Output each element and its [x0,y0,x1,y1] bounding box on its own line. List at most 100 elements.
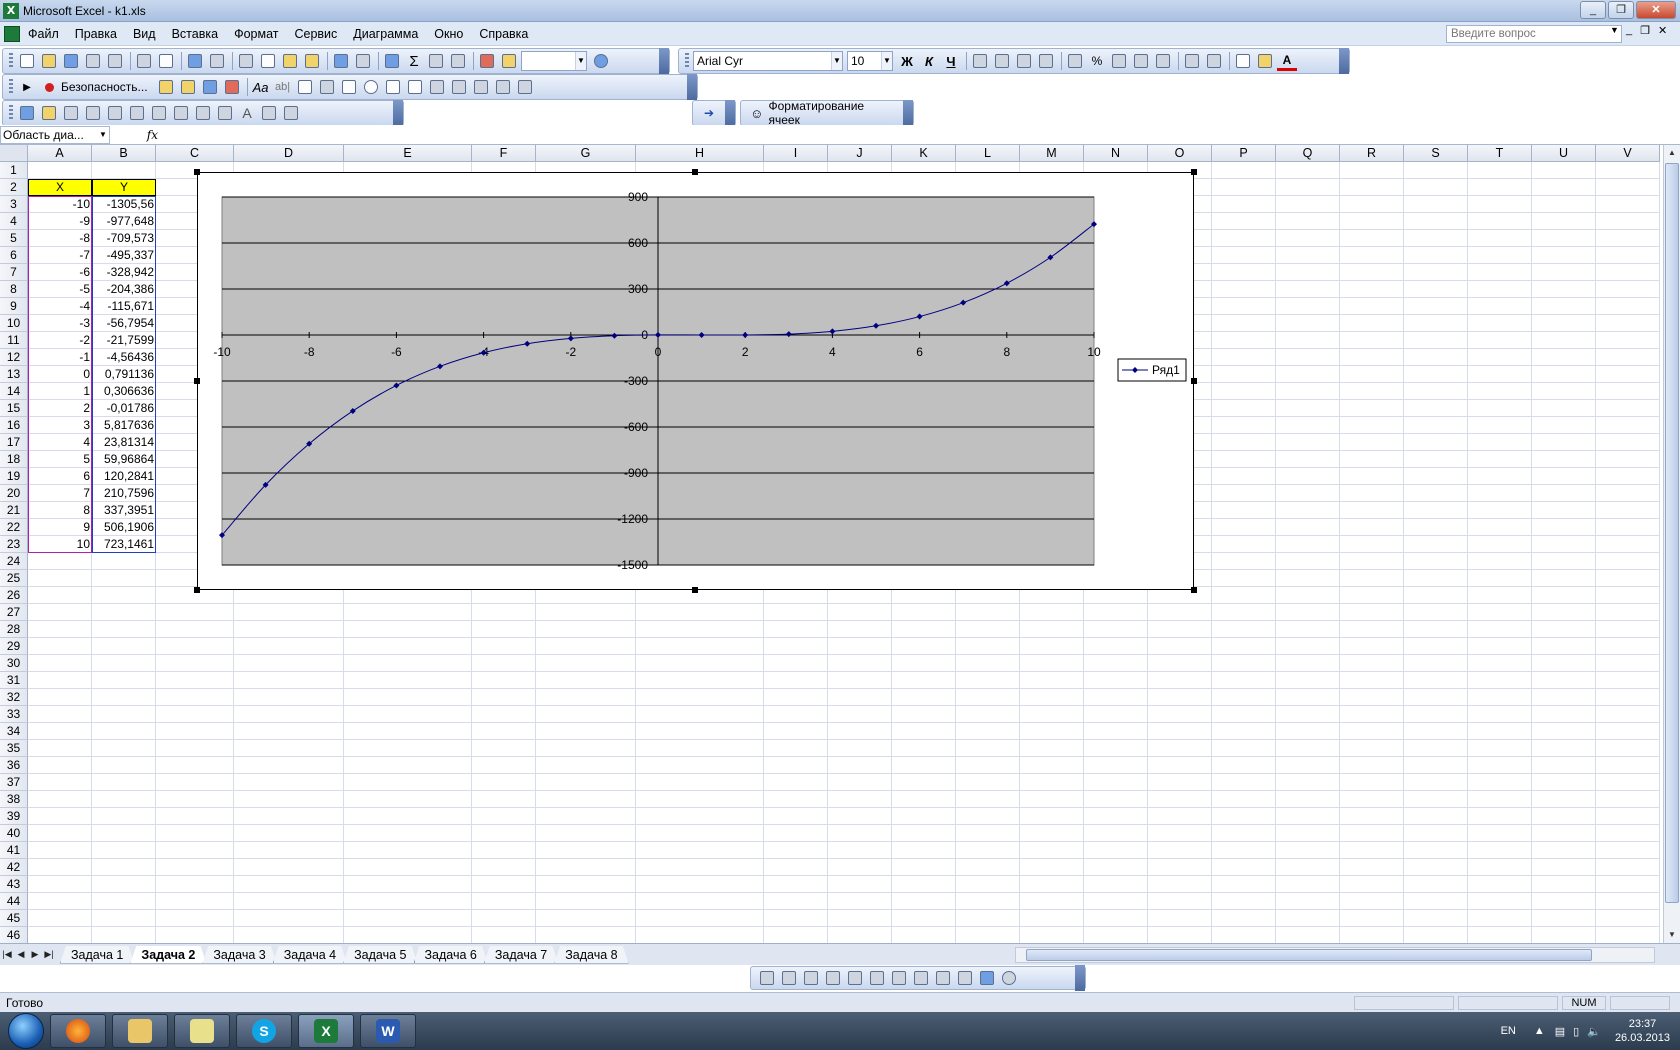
mdi-close-button[interactable]: ✕ [1658,24,1667,37]
permission-icon[interactable] [83,51,103,71]
tools-icon[interactable] [281,103,301,123]
merge-center-icon[interactable] [1036,51,1056,71]
taskbar-excel[interactable]: X [298,1014,354,1048]
chart-area[interactable]: 900 600 300 0 -300 -600 -900 -1200 -1500 -10 -8 -6 -… [194,169,1197,593]
cell-x[interactable]: -3 [28,315,92,332]
row-header[interactable]: 4 [0,213,28,230]
button-control-icon[interactable] [317,77,337,97]
taskbar-skype[interactable]: S [236,1014,292,1048]
paste-icon[interactable] [280,51,300,71]
cell-x[interactable]: 9 [28,519,92,536]
print-preview-icon[interactable] [156,51,176,71]
row-header[interactable]: 43 [0,876,28,893]
row-header[interactable]: 6 [0,247,28,264]
cell-y[interactable]: 59,96864 [92,451,156,468]
cell-x[interactable]: 2 [28,400,92,417]
row-header[interactable]: 13 [0,366,28,383]
chart-objects-icon[interactable] [17,103,37,123]
column-header[interactable]: I [764,145,828,162]
power-icon[interactable]: ▯ [1573,1025,1579,1038]
cell-y[interactable]: -328,942 [92,264,156,281]
cell-y[interactable]: 210,7596 [92,485,156,502]
sort-desc-icon[interactable] [448,51,468,71]
column-header[interactable]: J [828,145,892,162]
legend-icon[interactable] [83,103,103,123]
sheet-tab[interactable]: Задача 6 [414,946,488,964]
cell-y[interactable]: -115,671 [92,298,156,315]
vertical-scroll-thumb[interactable] [1665,163,1679,903]
fx-icon[interactable]: fx [110,128,166,142]
menu-tools[interactable]: Сервис [286,22,345,46]
column-header[interactable]: G [536,145,636,162]
ask-dropdown-icon[interactable]: ▼ [1610,25,1619,35]
cell-x[interactable]: 1 [28,383,92,400]
run-macro-icon[interactable]: ▶ [17,77,37,97]
control-toolbox-icon[interactable] [200,77,220,97]
column-header[interactable]: L [956,145,1020,162]
draw-icon[interactable] [757,968,777,988]
volume-icon[interactable]: 🔈 [1587,1025,1601,1038]
radio-control-icon[interactable] [361,77,381,97]
cell-y[interactable]: -709,573 [92,230,156,247]
column-header[interactable]: O [1148,145,1212,162]
horizontal-scrollbar[interactable] [1015,947,1655,963]
clock[interactable]: 23:37 26.03.2013 [1615,1017,1670,1045]
redo-icon[interactable] [353,51,373,71]
row-header[interactable]: 32 [0,689,28,706]
column-header[interactable]: E [344,145,472,162]
underline-button[interactable]: Ч [941,54,961,69]
textbox-control-icon[interactable]: ab| [273,77,293,97]
cell-y[interactable]: -495,337 [92,247,156,264]
open-icon[interactable] [39,51,59,71]
row-header[interactable]: 28 [0,621,28,638]
cut-icon[interactable] [236,51,256,71]
row-header[interactable]: 19 [0,468,28,485]
script-editor-icon[interactable] [222,77,242,97]
toolbar-grip[interactable] [9,105,13,121]
fill-color-icon[interactable] [1255,51,1275,71]
increase-indent-icon[interactable] [1204,51,1224,71]
grid-icon[interactable] [515,77,535,97]
cell-y[interactable]: 0,791136 [92,366,156,383]
cell-y[interactable]: 23,81314 [92,434,156,451]
row-header[interactable]: 40 [0,825,28,842]
shape-icon[interactable] [911,968,931,988]
header-cell-x[interactable]: X [28,179,92,196]
connector-icon[interactable] [801,968,821,988]
row-header[interactable]: 34 [0,723,28,740]
save-icon[interactable] [61,51,81,71]
menu-format[interactable]: Формат [226,22,286,46]
row-header[interactable]: 42 [0,859,28,876]
combobox-control-icon[interactable] [405,77,425,97]
cell-x[interactable]: -8 [28,230,92,247]
row-header[interactable]: 20 [0,485,28,502]
cell-y[interactable]: -56,7954 [92,315,156,332]
cell-y[interactable]: -21,7599 [92,332,156,349]
mdi-minimize-button[interactable]: _ [1626,24,1632,37]
row-header[interactable]: 11 [0,332,28,349]
picture-icon[interactable] [259,103,279,123]
borders-icon[interactable] [1233,51,1253,71]
resize-handle-sw[interactable] [194,587,200,593]
cell-x[interactable]: -5 [28,281,92,298]
cell-x[interactable]: 10 [28,536,92,553]
cell-x[interactable]: -9 [28,213,92,230]
checkbox-control-icon[interactable] [339,77,359,97]
angle-down-icon[interactable] [171,103,191,123]
reroute-icon[interactable] [867,968,887,988]
connector-icon[interactable] [779,968,799,988]
horizontal-scroll-thumb[interactable] [1026,949,1592,961]
first-sheet-icon[interactable]: |◀ [0,949,14,960]
sheet-tab[interactable]: Задача 8 [554,946,628,964]
cell-x[interactable]: -4 [28,298,92,315]
column-header[interactable]: K [892,145,956,162]
cell-x[interactable]: 8 [28,502,92,519]
menu-edit[interactable]: Правка [67,22,125,46]
format-chart-icon[interactable] [39,103,59,123]
row-header[interactable]: 35 [0,740,28,757]
design-mode-icon[interactable] [178,77,198,97]
menu-insert[interactable]: Вставка [164,22,226,46]
column-header[interactable]: N [1084,145,1148,162]
row-header[interactable]: 5 [0,230,28,247]
row-header[interactable]: 38 [0,791,28,808]
